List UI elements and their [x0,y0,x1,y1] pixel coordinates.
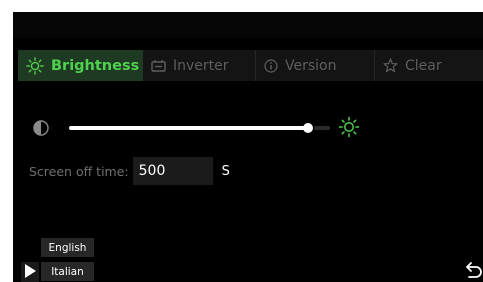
play-icon [24,263,36,282]
tab-clear[interactable]: Clear [375,50,483,81]
top-bar [13,12,483,38]
tab-version-label: Version [285,57,337,74]
screen-off-row: Screen off time: 500 S [29,157,230,185]
info-icon [264,58,278,73]
screen-off-label: Screen off time: [29,163,129,179]
contrast-icon [31,118,51,142]
italian-button[interactable]: Italian [41,262,94,281]
sun-icon [26,56,44,75]
tab-clear-label: Clear [405,57,442,74]
sun-icon [338,116,360,142]
tab-inverter-label: Inverter [173,57,229,74]
tab-inverter[interactable]: Inverter [143,50,255,81]
return-icon [465,262,483,282]
inverter-icon [151,59,166,72]
tab-bar: Brightness Inverter Version Clear [18,50,483,81]
brightness-slider-thumb[interactable] [303,123,313,133]
device-screen: Brightness Inverter Version Clear Screen… [13,12,483,282]
tab-version[interactable]: Version [256,50,374,81]
brightness-slider-fill[interactable] [69,126,311,130]
star-icon [383,58,398,73]
play-button[interactable] [21,262,39,282]
english-button[interactable]: English [41,238,94,257]
return-button[interactable] [465,260,483,280]
screen-off-unit: S [221,163,230,179]
brightness-slider-row [26,116,376,140]
screen-off-input[interactable]: 500 [132,157,213,185]
tab-brightness[interactable]: Brightness [18,50,143,81]
brightness-slider-track[interactable] [314,126,330,130]
tab-brightness-label: Brightness [51,57,140,74]
